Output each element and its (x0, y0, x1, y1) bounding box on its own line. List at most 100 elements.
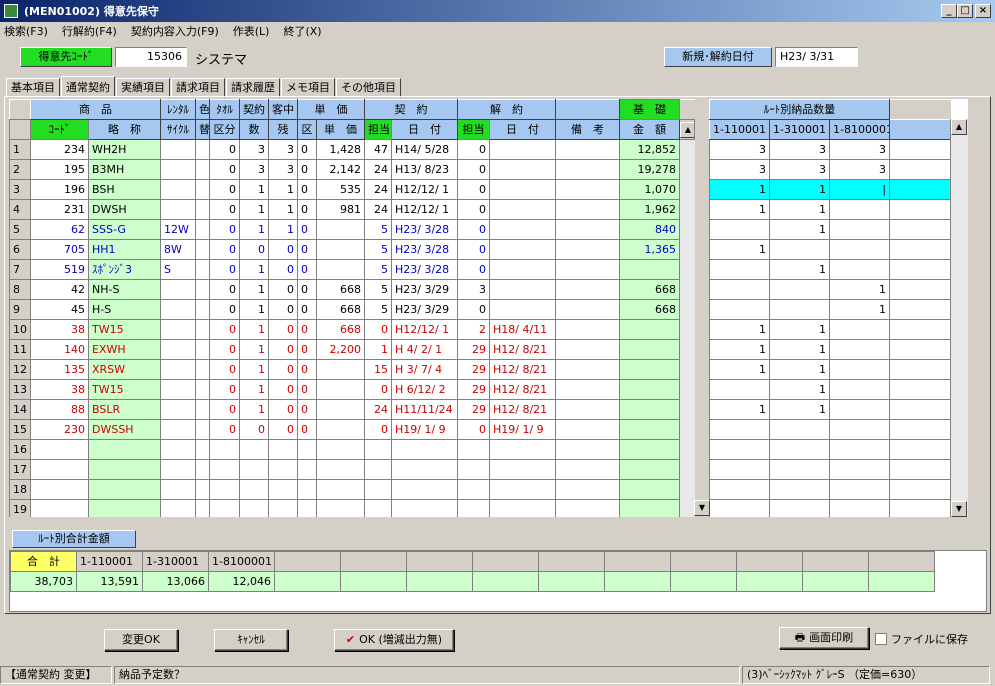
cell-su[interactable] (239, 459, 269, 480)
route-row[interactable]: 1 (709, 379, 952, 400)
checkbox-icon[interactable] (875, 633, 887, 645)
row-number[interactable]: 17 (9, 459, 31, 480)
row-number[interactable]: 18 (9, 479, 31, 500)
cell-zan[interactable] (268, 479, 298, 500)
cell-kubun[interactable]: 0 (209, 419, 240, 440)
cell-zan[interactable] (268, 459, 298, 480)
route-cell[interactable] (889, 199, 952, 220)
route-cell[interactable]: 3 (709, 159, 770, 180)
cell-date[interactable]: H12/12/ 1 (391, 199, 458, 220)
cell-tanto[interactable] (364, 479, 392, 500)
cell-kae[interactable] (195, 319, 210, 340)
menu-row-cancel[interactable]: 行解約(F4) (62, 23, 117, 39)
route-cell[interactable]: 1 (769, 359, 830, 380)
cell-tanto[interactable]: 24 (364, 199, 392, 220)
route-cell[interactable] (889, 139, 952, 160)
cell-code[interactable]: 62 (30, 219, 89, 240)
cell-ktanto[interactable]: 0 (457, 179, 490, 200)
cell-tanto[interactable]: 24 (364, 179, 392, 200)
cell-tanka[interactable] (316, 479, 365, 500)
cell-tanto[interactable]: 5 (364, 279, 392, 300)
cell-kdate[interactable] (489, 439, 556, 460)
route-cell[interactable] (828, 399, 891, 420)
cell-name[interactable]: DWSH (88, 199, 161, 220)
cell-biko[interactable] (555, 379, 620, 400)
cell-su[interactable]: 3 (239, 159, 269, 180)
cell-zan[interactable]: 0 (268, 279, 298, 300)
scrollbar-track[interactable] (679, 199, 695, 220)
route-cell[interactable] (709, 419, 770, 440)
cell-su[interactable]: 1 (239, 179, 269, 200)
scrollbar-track[interactable] (679, 179, 695, 200)
cell-name[interactable]: B3MH (88, 159, 161, 180)
change-ok-button[interactable]: 変更OK (104, 629, 178, 651)
table-row[interactable]: 18 (9, 479, 695, 500)
route-cell[interactable] (828, 199, 891, 220)
cell-kdate[interactable] (489, 139, 556, 160)
cell-ku[interactable]: 0 (297, 159, 317, 180)
route-cell[interactable] (709, 379, 770, 400)
route-cell[interactable]: 1 (709, 399, 770, 420)
cell-date[interactable]: H12/12/ 1 (391, 319, 458, 340)
table-row[interactable]: 10 38 TW15 0 1 0 0 668 0 H12/12/ 1 2 H18/ 4/11 (9, 319, 695, 340)
cell-kae[interactable] (195, 259, 210, 280)
cell-kubun[interactable]: 0 (209, 139, 240, 160)
cell-name[interactable]: TW15 (88, 379, 161, 400)
route-cell[interactable]: 1 (828, 279, 891, 300)
route-row[interactable]: 11 (709, 359, 952, 380)
row-number[interactable]: 14 (9, 399, 31, 420)
cell-ku[interactable]: 0 (297, 259, 317, 280)
table-row[interactable]: 12 135 XRSW 0 1 0 0 15 H 3/ 7/ 4 29 H12/ 8/21 (9, 359, 695, 380)
cell-code[interactable] (30, 439, 89, 460)
cell-ku[interactable]: 0 (297, 399, 317, 420)
cell-tanto[interactable]: 0 (364, 319, 392, 340)
cell-code[interactable]: 45 (30, 299, 89, 320)
route-cell[interactable]: 1 (709, 359, 770, 380)
route-cell[interactable] (828, 339, 891, 360)
cell-kdate[interactable] (489, 479, 556, 500)
cell-ktanto[interactable]: 0 (457, 299, 490, 320)
scrollbar-track[interactable] (679, 219, 695, 240)
cell-name[interactable]: NH-S (88, 279, 161, 300)
scrollbar-track[interactable] (679, 359, 695, 380)
tab-billing-history[interactable]: 請求履歴 (226, 78, 280, 98)
cell-kingaku[interactable]: 1,070 (619, 179, 680, 200)
cell-cycle[interactable] (160, 299, 196, 320)
cell-code[interactable]: 38 (30, 379, 89, 400)
cell-date[interactable]: H 3/ 7/ 4 (391, 359, 458, 380)
table-row[interactable]: 5 62 SSS-G 12W 0 1 1 0 5 H23/ 3/28 0 840 (9, 219, 695, 240)
cell-date[interactable]: H23/ 3/28 (391, 219, 458, 240)
route-cell[interactable] (889, 459, 952, 480)
row-number[interactable]: 2 (9, 159, 31, 180)
cell-tanto[interactable]: 1 (364, 339, 392, 360)
cell-ktanto[interactable]: 0 (457, 159, 490, 180)
route-row[interactable] (709, 499, 952, 517)
route-scroll-down-icon[interactable]: ▼ (951, 501, 967, 517)
route-cell[interactable] (828, 239, 891, 260)
cell-kae[interactable] (195, 479, 210, 500)
table-row[interactable]: 14 88 BSLR 0 1 0 0 24 H11/11/24 29 H12/ 8/21 (9, 399, 695, 420)
cell-kubun[interactable]: 0 (209, 399, 240, 420)
scroll-down-icon[interactable]: ▼ (694, 500, 710, 516)
cell-ktanto[interactable]: 0 (457, 419, 490, 440)
cell-biko[interactable] (555, 179, 620, 200)
cell-kubun[interactable]: 0 (209, 199, 240, 220)
row-number[interactable]: 7 (9, 259, 31, 280)
scrollbar-track[interactable] (679, 159, 695, 180)
cell-code[interactable]: 88 (30, 399, 89, 420)
maximize-button[interactable]: □ (957, 4, 973, 18)
route-row[interactable]: 1 (709, 219, 952, 240)
route-scroll-up-icon[interactable]: ▲ (951, 119, 967, 135)
menu-exit[interactable]: 終了(X) (283, 23, 321, 39)
route-cell[interactable] (828, 379, 891, 400)
cell-tanto[interactable]: 5 (364, 259, 392, 280)
cell-ku[interactable]: 0 (297, 299, 317, 320)
cell-kdate[interactable]: H18/ 4/11 (489, 319, 556, 340)
cell-kubun[interactable]: 0 (209, 299, 240, 320)
cell-kae[interactable] (195, 159, 210, 180)
cell-cycle[interactable] (160, 479, 196, 500)
route-cell[interactable]: 1 (769, 339, 830, 360)
cell-cycle[interactable] (160, 139, 196, 160)
cell-cycle[interactable] (160, 319, 196, 340)
route-scrollbar[interactable]: ▲ ▼ (950, 119, 968, 517)
